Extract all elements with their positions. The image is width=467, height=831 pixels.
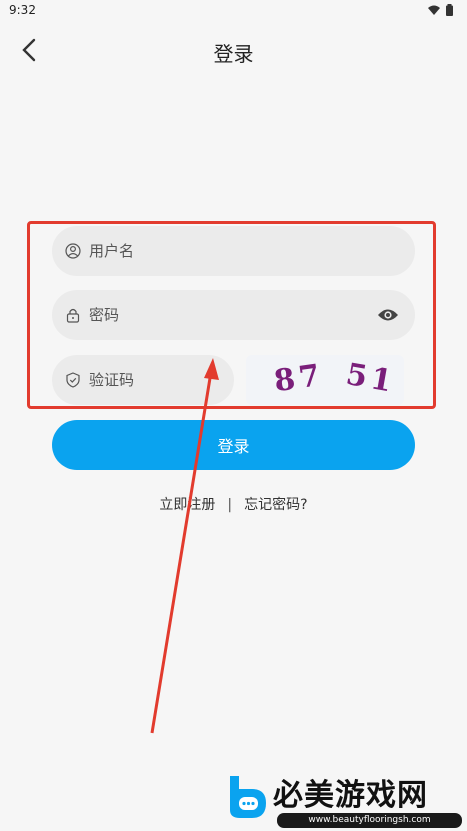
annotation-arrow [150,358,219,734]
watermark-title: 必美游戏网 [273,778,428,813]
watermark-logo-icon [230,776,266,818]
watermark: 必美游戏网 www.beautyflooringsh.com [217,764,467,831]
watermark-url: www.beautyflooringsh.com [277,813,462,828]
